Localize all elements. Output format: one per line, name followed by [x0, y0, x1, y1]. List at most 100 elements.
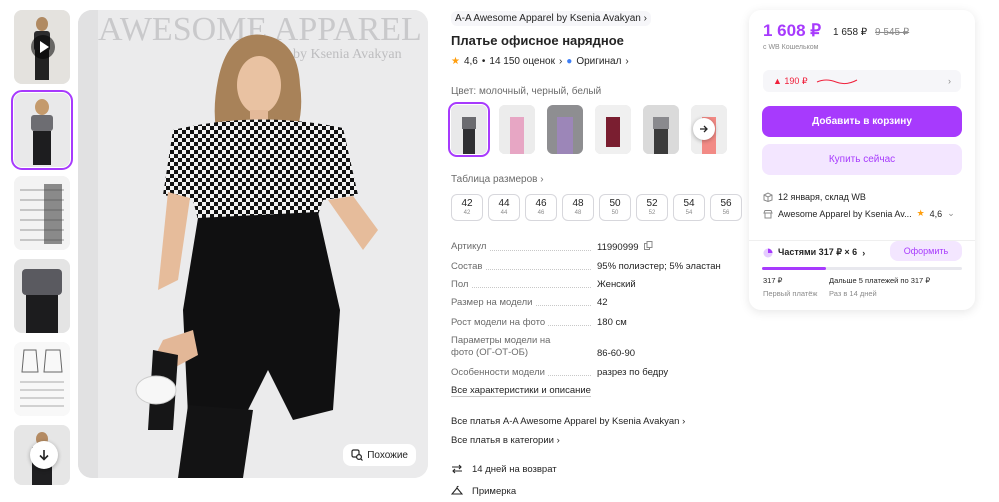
original-badge[interactable]: Оригинал — [576, 56, 621, 67]
size-ru: 54 — [685, 210, 693, 216]
size-option[interactable]: 46 46 — [525, 194, 557, 221]
rating-value: 4,6 — [463, 56, 478, 67]
buy-now-button[interactable]: Купить сейчас — [762, 144, 962, 175]
color-swatch[interactable] — [448, 102, 490, 157]
spec-key: Состав — [451, 261, 486, 272]
spec-value: разрез по бедру — [597, 367, 669, 378]
star-icon: ★ — [916, 208, 925, 218]
add-to-cart-button[interactable]: Добавить в корзину — [762, 106, 962, 137]
verified-check-icon: ● — [566, 56, 573, 67]
similar-button[interactable]: Похожие — [343, 444, 416, 466]
delivery-date: 12 января, склад WB — [778, 192, 866, 202]
spec-value: Женский — [597, 279, 636, 290]
dot-separator: • — [481, 56, 486, 67]
spec-row: Артикул 11990999 — [451, 241, 731, 253]
squiggle-icon — [816, 79, 857, 85]
size-option[interactable]: 50 50 — [599, 194, 631, 221]
thumbnail-pattern-sheet[interactable] — [14, 342, 70, 416]
spec-row: Особенности модели разрез по бедру — [451, 367, 731, 378]
return-arrows-icon — [452, 464, 462, 474]
spec-value: 95% полиэстер; 5% эластан — [597, 261, 721, 272]
color-swatch[interactable] — [643, 105, 679, 154]
spec-row: Рост модели на фото 180 см — [451, 317, 731, 328]
color-label: Цвет: молочный, черный, белый — [451, 86, 602, 97]
progress-fill — [762, 267, 826, 270]
all-brand-label: Все платья A-A Awesome Apparel by Ksenia… — [451, 416, 680, 427]
size-option[interactable]: 48 48 — [562, 194, 594, 221]
size-chart-label: Таблица размеров — [451, 174, 538, 185]
order-installments-button[interactable]: Оформить — [890, 241, 962, 261]
spec-value: 180 см — [597, 317, 627, 328]
color-swatches — [448, 102, 727, 157]
all-category-link[interactable]: Все платья в категории › — [451, 435, 560, 446]
all-brand-dresses-link[interactable]: Все платья A-A Awesome Apparel by Ksenia… — [451, 416, 685, 427]
installment-progress — [762, 267, 962, 270]
fitting-label: Примерка — [472, 485, 517, 497]
size-option[interactable]: 56 56 — [710, 194, 742, 221]
chevron-right-icon: › — [948, 76, 951, 86]
play-icon — [31, 35, 55, 59]
spec-key: Пол — [451, 279, 472, 290]
spec-row: Состав 95% полиэстер; 5% эластан — [451, 261, 731, 272]
pie-icon — [763, 248, 773, 257]
chevron-right-icon: › — [558, 56, 563, 67]
all-specs-link[interactable]: Все характеристики и описание — [451, 385, 731, 397]
thumbnail-video[interactable] — [14, 10, 70, 84]
arrow-right-icon — [700, 125, 708, 133]
color-swatch[interactable] — [547, 105, 583, 154]
size-option[interactable]: 52 52 — [636, 194, 668, 221]
wallet-label[interactable]: с WB Кошельком — [763, 44, 819, 51]
size-ru: 48 — [574, 210, 582, 216]
chevron-right-icon: › — [540, 174, 544, 185]
thumbnail-photo[interactable] — [14, 259, 70, 333]
first-payment-caption: Первый платёж — [763, 289, 818, 298]
watermark-author: by Ksenia Avakyan — [293, 47, 402, 62]
next-payments: Дальше 5 платежей по 317 ₽ Раз в 14 дней — [829, 276, 930, 298]
installments-label: Частями 317 ₽ × 6 — [778, 247, 858, 257]
chevron-right-icon: › — [553, 435, 560, 446]
size-option[interactable]: 42 42 — [451, 194, 483, 221]
size-option[interactable]: 54 54 — [673, 194, 705, 221]
size-selector: 42 42 44 44 46 46 48 48 50 50 52 52 54 54 56 56 — [451, 194, 742, 221]
thumbnail-photo-active[interactable] — [11, 90, 73, 170]
spec-value: 42 — [597, 297, 608, 308]
color-swatch[interactable] — [595, 105, 631, 154]
size-number: 46 — [535, 198, 547, 209]
spec-key: Параметры модели на фото (ОГ-ОТ-ОБ) — [451, 335, 551, 358]
return-policy: 14 дней на возврат — [451, 463, 557, 475]
thumbnail-size-chart[interactable] — [14, 176, 70, 250]
chevron-right-icon: › — [643, 13, 647, 24]
color-swatch[interactable] — [499, 105, 535, 154]
seller-row[interactable]: Awesome Apparel by Ksenia Av... ★ 4,6 ⌄ — [763, 208, 955, 219]
arrow-down-icon — [39, 450, 49, 461]
brand-name: A-A Awesome Apparel by Ksenia Avakyan — [455, 13, 641, 24]
size-ru: 46 — [537, 210, 545, 216]
spec-row: Размер на модели 42 — [451, 297, 731, 308]
product-image: AWESOME APPAREL by Ksenia Avakyan — [78, 10, 428, 478]
size-number: 50 — [609, 198, 621, 209]
product-title: Платье офисное нарядное — [451, 33, 624, 48]
spec-key: Артикул — [451, 241, 490, 252]
copy-icon[interactable] — [644, 241, 653, 250]
discount-value: ▲ 190 ₽ — [773, 75, 808, 86]
size-chart-link[interactable]: Таблица размеров › — [451, 174, 544, 185]
chevron-right-icon: › — [679, 416, 686, 427]
main-product-photo[interactable]: AWESOME APPAREL by Ksenia Avakyan Похожи… — [78, 10, 428, 478]
buy-card: 1 608 ₽ 1 658 ₽ 9 545 ₽ с WB Кошельком ▲… — [749, 10, 975, 310]
brand-link[interactable]: A-A Awesome Apparel by Ksenia Avakyan › — [451, 11, 651, 26]
size-number: 48 — [572, 198, 584, 209]
discount-row[interactable]: ▲ 190 ₽ › — [763, 70, 961, 92]
price-regular: 1 658 ₽ — [833, 27, 868, 38]
spec-value: 11990999 — [597, 242, 639, 253]
thumbnail-image — [14, 259, 70, 333]
reviews-link[interactable]: 14 150 оценок — [489, 56, 555, 67]
chevron-right-icon: › — [625, 56, 629, 67]
spec-key: Рост модели на фото — [451, 317, 549, 328]
similar-search-icon — [351, 449, 364, 461]
installments-link[interactable]: Частями 317 ₽ × 6 › — [763, 247, 865, 258]
scroll-down-button[interactable] — [30, 441, 58, 469]
size-option[interactable]: 44 44 — [488, 194, 520, 221]
seller-rating: 4,6 — [929, 208, 943, 219]
next-payments-caption: Раз в 14 дней — [829, 289, 877, 298]
swatches-next-button[interactable] — [693, 118, 715, 140]
